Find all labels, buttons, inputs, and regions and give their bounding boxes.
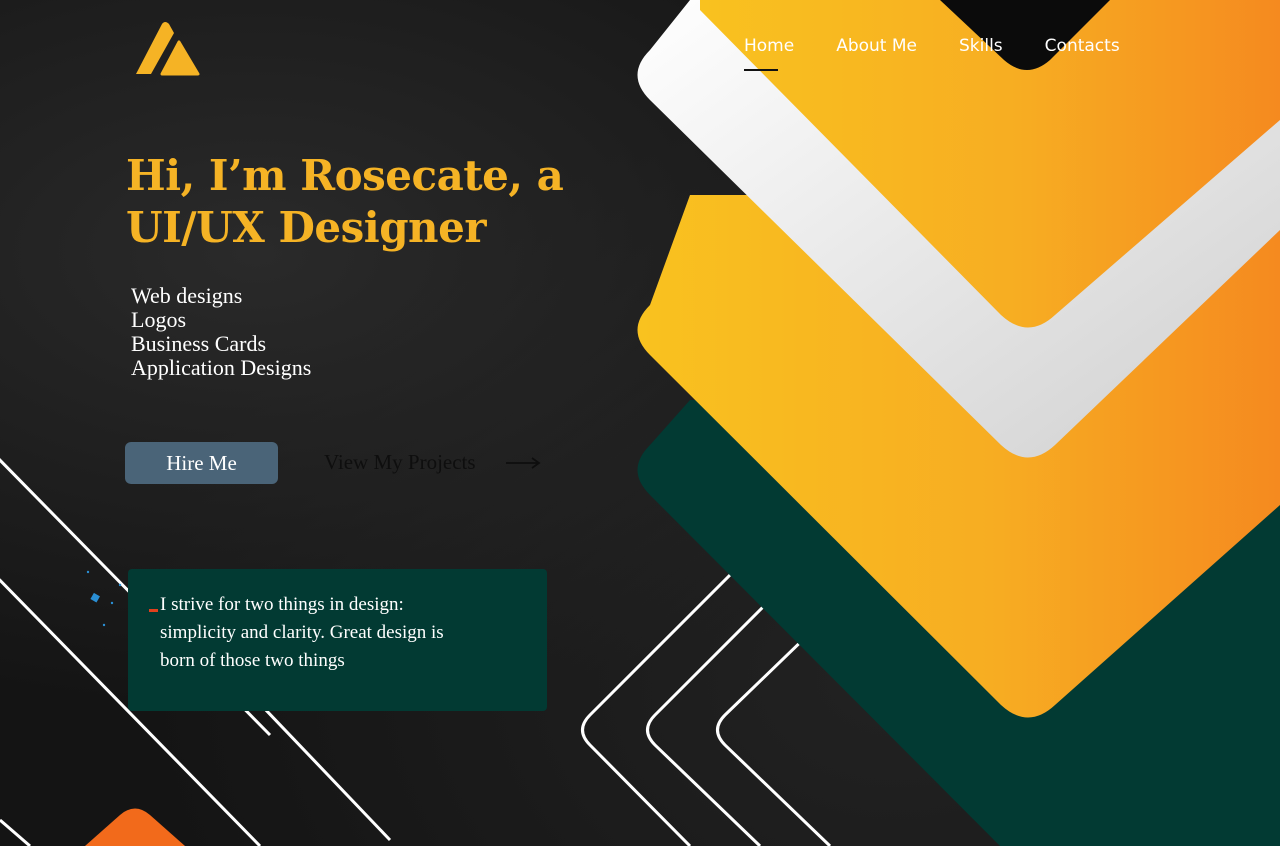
decorative-artwork xyxy=(0,0,1280,846)
quote-line: simplicity and clarity. Great design is xyxy=(160,622,444,643)
hero-title: Hi, I’m Rosecate, a UI/UX Designer xyxy=(126,150,564,254)
service-item: Logos xyxy=(131,307,186,332)
nav-contacts[interactable]: Contacts xyxy=(1045,36,1120,56)
hire-me-button[interactable]: Hire Me xyxy=(125,442,278,484)
nav-home[interactable]: Home xyxy=(744,36,794,71)
quote-card: I strive for two things in design: simpl… xyxy=(128,569,547,711)
view-projects-label: View My Projects xyxy=(324,450,476,474)
view-projects-link[interactable]: View My Projects xyxy=(324,450,542,475)
nav-skills[interactable]: Skills xyxy=(959,36,1003,56)
service-item: Business Cards xyxy=(131,331,267,356)
orange-corner-shape xyxy=(85,808,185,846)
triangle-logo-icon[interactable] xyxy=(134,20,202,78)
quote-line: I strive for two things in design: xyxy=(160,594,404,615)
service-item: Web designs xyxy=(131,283,243,308)
quote-text: I strive for two things in design: simpl… xyxy=(160,591,500,675)
arrow-right-icon xyxy=(505,456,541,469)
services-list: Web designs Logos Business Cards Applica… xyxy=(131,284,311,380)
nav-about-me[interactable]: About Me xyxy=(836,36,917,56)
hero-title-line2: UI/UX Designer xyxy=(126,203,486,252)
quote-line: born of those two things xyxy=(160,650,345,671)
quote-accent-mark xyxy=(149,609,158,612)
main-nav: Home About Me Skills Contacts xyxy=(744,36,1120,71)
service-item: Application Designs xyxy=(131,355,312,380)
hero-title-line1: Hi, I’m Rosecate, a xyxy=(126,151,564,200)
